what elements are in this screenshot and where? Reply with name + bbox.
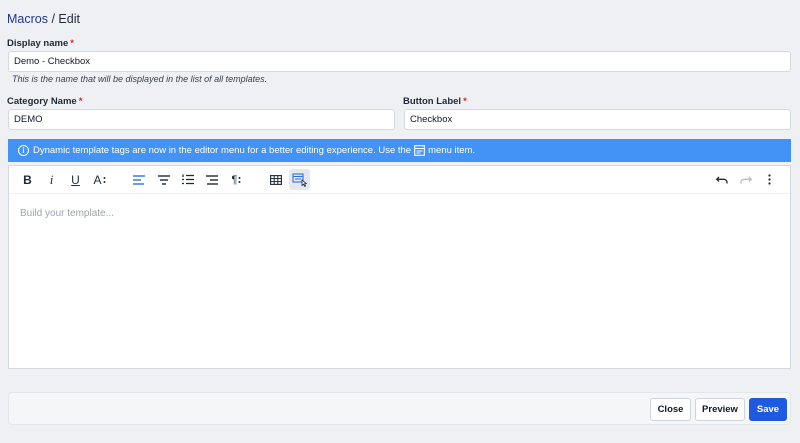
category-name-label: Category Name * <box>7 96 82 107</box>
bold-icon[interactable]: B <box>17 169 38 190</box>
template-tags-icon <box>291 172 307 187</box>
template-editor[interactable]: B i U A ¶ Build your template... <box>8 165 791 369</box>
template-tags-icon <box>414 145 425 156</box>
font-size-glyph: A <box>93 172 102 187</box>
preview-button[interactable]: Preview <box>695 398 745 421</box>
footer-action-bar: Close Preview Save <box>8 392 791 425</box>
category-name-input[interactable]: DEMO <box>8 109 395 130</box>
table-icon[interactable] <box>265 169 286 190</box>
save-button[interactable]: Save <box>749 398 787 421</box>
more-options-icon[interactable] <box>759 169 780 190</box>
font-size-icon[interactable]: A <box>89 169 110 190</box>
breadcrumb-macros-link[interactable]: Macros <box>7 12 48 26</box>
info-icon: i <box>18 145 29 156</box>
template-tags-button[interactable] <box>289 169 310 190</box>
display-name-label: Display name * <box>7 38 74 49</box>
button-label-input[interactable]: Checkbox <box>404 109 791 130</box>
breadcrumb-current: Edit <box>58 12 80 26</box>
display-name-help-text: This is the name that will be displayed … <box>12 74 268 84</box>
display-name-label-text: Display name <box>7 38 69 49</box>
align-left-icon[interactable] <box>128 169 149 190</box>
redo-icon[interactable] <box>735 169 756 190</box>
info-banner: i Dynamic template tags are now in the e… <box>8 139 791 162</box>
display-name-input[interactable]: Demo - Checkbox <box>8 51 791 72</box>
editor-content-area[interactable]: Build your template... <box>9 195 790 368</box>
ordered-list-icon[interactable] <box>177 169 198 190</box>
italic-icon[interactable]: i <box>41 169 62 190</box>
close-button[interactable]: Close <box>650 398 691 421</box>
button-label-label: Button Label * <box>403 96 467 107</box>
align-right-icon[interactable] <box>201 169 222 190</box>
editor-toolbar: B i U A ¶ <box>9 166 790 194</box>
breadcrumb-separator: / <box>47 12 59 26</box>
underline-icon[interactable]: U <box>65 169 86 190</box>
category-name-label-text: Category Name <box>7 96 77 107</box>
required-mark: * <box>463 96 467 107</box>
align-center-icon[interactable] <box>153 169 174 190</box>
required-mark: * <box>78 96 83 107</box>
breadcrumb: Macros / Edit <box>7 12 80 26</box>
paragraph-icon[interactable]: ¶ <box>226 169 247 190</box>
button-label-label-text: Button Label <box>403 96 462 107</box>
undo-icon[interactable] <box>711 169 732 190</box>
banner-text-before: Dynamic template tags are now in the edi… <box>33 145 412 156</box>
banner-text-after: menu item. <box>428 145 476 156</box>
required-mark: * <box>70 38 74 49</box>
editor-placeholder: Build your template... <box>20 208 114 219</box>
